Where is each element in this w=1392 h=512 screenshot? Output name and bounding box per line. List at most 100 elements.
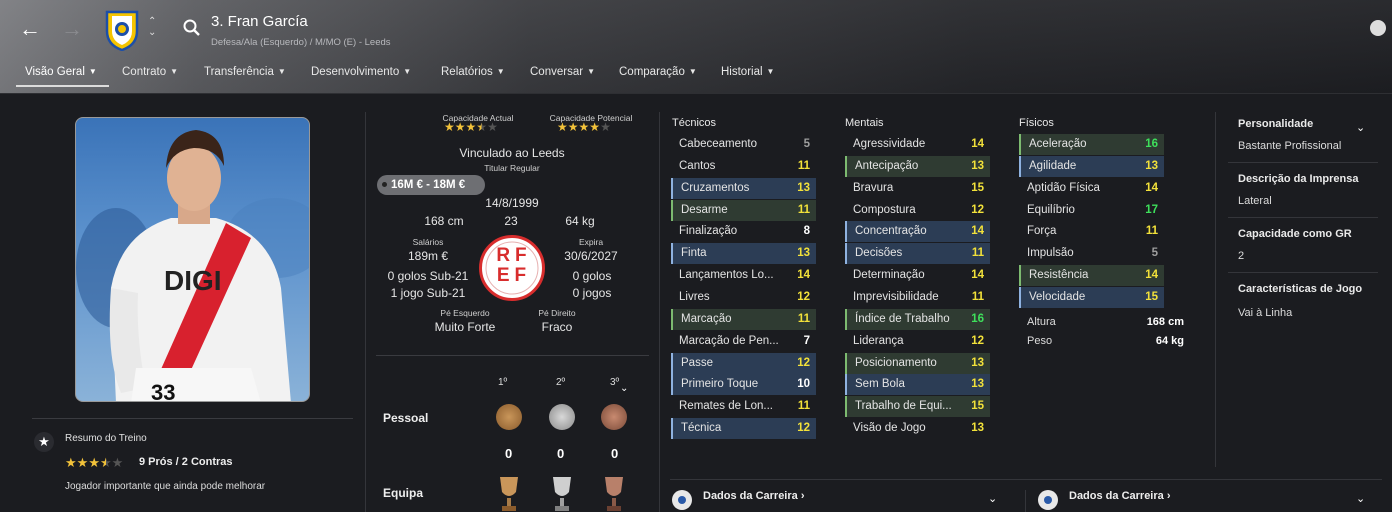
attribute-row[interactable]: Resistência 14 xyxy=(1019,265,1164,286)
tab-talk[interactable]: Conversar ▼ xyxy=(530,66,595,78)
attribute-row[interactable]: Desarme 11 xyxy=(671,200,816,221)
left-foot-label: Pé Esquerdo xyxy=(440,308,490,318)
tab-contract[interactable]: Contrato ▼ xyxy=(122,66,178,78)
chevron-down-icon: ▼ xyxy=(688,67,697,76)
attribute-row[interactable]: Índice de Trabalho 16 xyxy=(845,309,990,330)
mental-title: Mentais xyxy=(845,117,884,129)
chevron-down-icon[interactable]: ⌄ xyxy=(1356,121,1365,134)
football-icon[interactable] xyxy=(1370,20,1386,36)
tab-transfer[interactable]: Transferência ▼ xyxy=(204,66,286,78)
attribute-row[interactable]: Trabalho de Equi... 15 xyxy=(845,396,990,417)
age: 23 xyxy=(504,214,518,228)
attribute-name: Marcação xyxy=(681,313,732,325)
attribute-row[interactable]: Cruzamentos 13 xyxy=(671,178,816,199)
tab-comparison[interactable]: Comparação ▼ xyxy=(619,66,697,78)
attribute-row[interactable]: Finta 13 xyxy=(671,243,816,264)
attribute-row[interactable]: Finalização 8 xyxy=(671,221,816,242)
attribute-value: 17 xyxy=(1145,204,1158,216)
career-title-text: Dados da Carreira xyxy=(1069,490,1164,502)
attribute-name: Lançamentos Lo... xyxy=(679,269,774,281)
silver-medal-icon xyxy=(549,404,575,430)
gold-medal-icon xyxy=(496,404,522,430)
attribute-row[interactable]: Cabeceamento 5 xyxy=(671,134,816,155)
attribute-row[interactable]: Cantos 11 xyxy=(671,156,816,177)
attribute-row[interactable]: Antecipação 13 xyxy=(845,156,990,177)
attribute-row[interactable]: Livres 12 xyxy=(671,287,816,308)
potential-ability-stars: ★★★★★ xyxy=(557,120,611,134)
attribute-row[interactable]: Passe 12 xyxy=(671,353,816,374)
attribute-row[interactable]: Imprevisibilidade 11 xyxy=(845,287,990,308)
place-first: 1º xyxy=(498,377,508,388)
player-photo: DIGI 33 xyxy=(75,117,310,402)
attribute-row[interactable]: Velocidade 15 xyxy=(1019,287,1164,308)
attribute-name: Agilidade xyxy=(1029,160,1077,172)
chevron-updown-icon[interactable]: ⌃ ⌄ xyxy=(148,16,156,38)
divider xyxy=(1228,162,1378,163)
tab-overview[interactable]: Visão Geral ▼ xyxy=(25,66,97,78)
attribute-row[interactable]: Técnica 12 xyxy=(671,418,816,439)
attribute-row[interactable]: Equilíbrio 17 xyxy=(1019,200,1164,221)
chevron-down-icon: ▼ xyxy=(587,67,595,76)
attribute-row[interactable]: Visão de Jogo 13 xyxy=(845,418,990,439)
divider xyxy=(1215,112,1216,467)
attribute-row[interactable]: Lançamentos Lo... 14 xyxy=(671,265,816,286)
stars-text: ★★★★★ xyxy=(557,120,611,134)
divider xyxy=(365,112,366,512)
club-crest-icon[interactable] xyxy=(104,9,140,52)
attribute-row[interactable]: Decisões 11 xyxy=(845,243,990,264)
back-arrow-icon[interactable]: ← xyxy=(15,14,45,44)
gk-ability-value: 2 xyxy=(1238,250,1245,262)
career-stats-title-right[interactable]: Dados da Carreira › xyxy=(1069,490,1171,502)
attribute-name: Aceleração xyxy=(1029,138,1087,150)
attribute-row[interactable]: Compostura 12 xyxy=(845,200,990,221)
physical-title: Físicos xyxy=(1019,117,1054,129)
tab-label: Contrato xyxy=(122,66,167,78)
u21-caps: 1 jogo Sub-21 xyxy=(390,286,466,300)
attribute-value: 5 xyxy=(803,138,810,150)
chevron-down-icon[interactable]: ⌄ xyxy=(988,492,997,505)
star-icon: ★ xyxy=(578,120,590,134)
star-icon: ★ xyxy=(111,455,124,470)
attribute-row[interactable]: Agressividade 14 xyxy=(845,134,990,155)
attribute-value: 11 xyxy=(1145,225,1158,237)
forward-arrow-icon[interactable]: → xyxy=(57,14,87,44)
attribute-value: 12 xyxy=(971,335,984,347)
attribute-value: 8 xyxy=(803,225,810,237)
attribute-name: Resistência xyxy=(1029,269,1089,281)
tab-history[interactable]: Historial ▼ xyxy=(721,66,774,78)
attribute-name: Finta xyxy=(681,247,707,259)
stars-text: ★★★★★ xyxy=(444,120,498,134)
divider xyxy=(376,355,649,356)
attribute-row[interactable]: Aceleração 16 xyxy=(1019,134,1164,155)
attribute-row[interactable]: Remates de Lon... 11 xyxy=(671,396,816,417)
attribute-row[interactable]: Sem Bola 13 xyxy=(845,374,990,395)
attribute-row[interactable]: Impulsão 5 xyxy=(1019,243,1164,264)
attribute-row[interactable]: Posicionamento 13 xyxy=(845,353,990,374)
attribute-name: Concentração xyxy=(855,225,927,237)
personality-value: Bastante Profissional xyxy=(1238,140,1342,152)
attribute-row[interactable]: Concentração 14 xyxy=(845,221,990,242)
attribute-name: Velocidade xyxy=(1029,291,1086,303)
search-icon[interactable] xyxy=(182,18,202,38)
attribute-row[interactable]: Determinação 14 xyxy=(845,265,990,286)
attribute-row[interactable]: Marcação de Pen... 7 xyxy=(671,331,816,352)
tab-label: Comparação xyxy=(619,66,685,78)
attribute-value: 13 xyxy=(971,160,984,172)
attribute-row[interactable]: Marcação 11 xyxy=(671,309,816,330)
attribute-row[interactable]: Primeiro Toque 10 xyxy=(671,374,816,395)
chevron-right-icon: › xyxy=(1166,490,1171,502)
chevron-down-icon[interactable]: ⌄ xyxy=(620,383,628,394)
attribute-row[interactable]: Força 11 xyxy=(1019,221,1164,242)
attribute-name: Compostura xyxy=(853,204,916,216)
attribute-value: 11 xyxy=(797,204,810,216)
career-stats-title-left[interactable]: Dados da Carreira › xyxy=(703,490,805,502)
wages: 189m € xyxy=(407,249,449,263)
tab-reports[interactable]: Relatórios ▼ xyxy=(441,66,505,78)
height-label: Altura xyxy=(1027,316,1056,328)
attribute-row[interactable]: Agilidade 13 xyxy=(1019,156,1164,177)
attribute-row[interactable]: Aptidão Física 14 xyxy=(1019,178,1164,199)
attribute-row[interactable]: Bravura 15 xyxy=(845,178,990,199)
attribute-row[interactable]: Liderança 12 xyxy=(845,331,990,352)
chevron-down-icon[interactable]: ⌄ xyxy=(1356,492,1365,505)
tab-development[interactable]: Desenvolvimento ▼ xyxy=(311,66,411,78)
